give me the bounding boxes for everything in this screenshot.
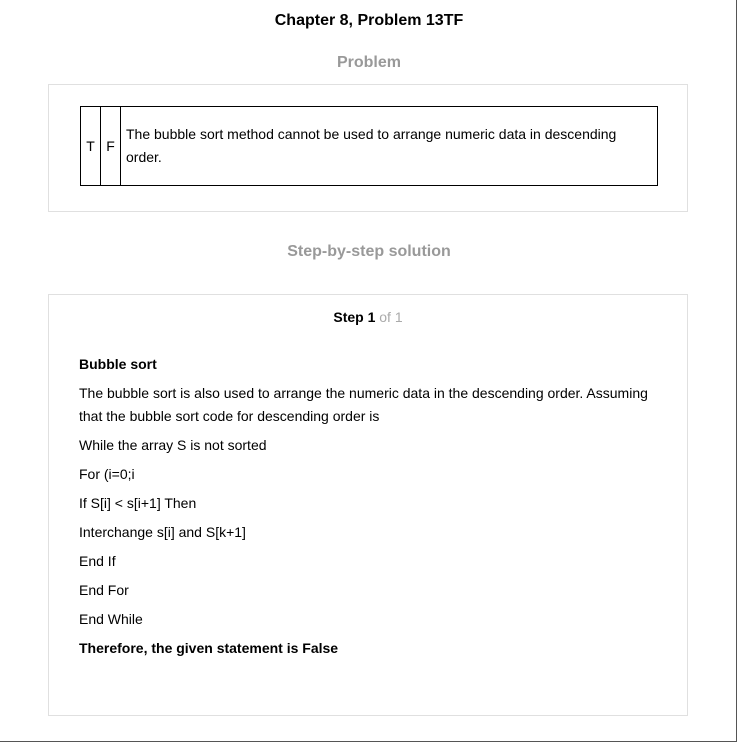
true-false-table: T F The bubble sort method cannot be use…	[80, 106, 658, 186]
code-line: For (i=0;i	[79, 466, 135, 482]
solution-heading: Step-by-step solution	[287, 243, 451, 260]
code-line: While the array S is not sorted	[79, 437, 267, 453]
code-line: End While	[79, 611, 143, 627]
problem-statement: The bubble sort method cannot be used to…	[126, 126, 617, 165]
problem-heading: Problem	[336, 54, 401, 71]
code-line: End For	[79, 582, 129, 598]
step-intro: The bubble sort is also used to arrange …	[79, 385, 648, 424]
solution-panel: Step 1 of 1 Bubble sort The bubble sort …	[48, 294, 688, 716]
step-conclusion: Therefore, the given statement is False	[79, 640, 339, 656]
step-count: of 1	[379, 309, 403, 325]
problem-panel: T F The bubble sort method cannot be use…	[48, 84, 688, 212]
step-subheading: Bubble sort	[79, 356, 157, 372]
false-option[interactable]: F	[101, 107, 121, 185]
true-option[interactable]: T	[81, 107, 101, 185]
code-line: If S[i] < s[i+1] Then	[79, 495, 197, 511]
code-line: End If	[79, 553, 116, 569]
page-title: Chapter 8, Problem 13TF	[274, 12, 464, 29]
step-header: Step 1 of 1	[49, 309, 687, 325]
step-body: Bubble sort The bubble sort is also used…	[79, 353, 659, 660]
code-line: Interchange s[i] and S[k+1]	[79, 524, 246, 540]
step-label: Step 1	[333, 309, 376, 325]
